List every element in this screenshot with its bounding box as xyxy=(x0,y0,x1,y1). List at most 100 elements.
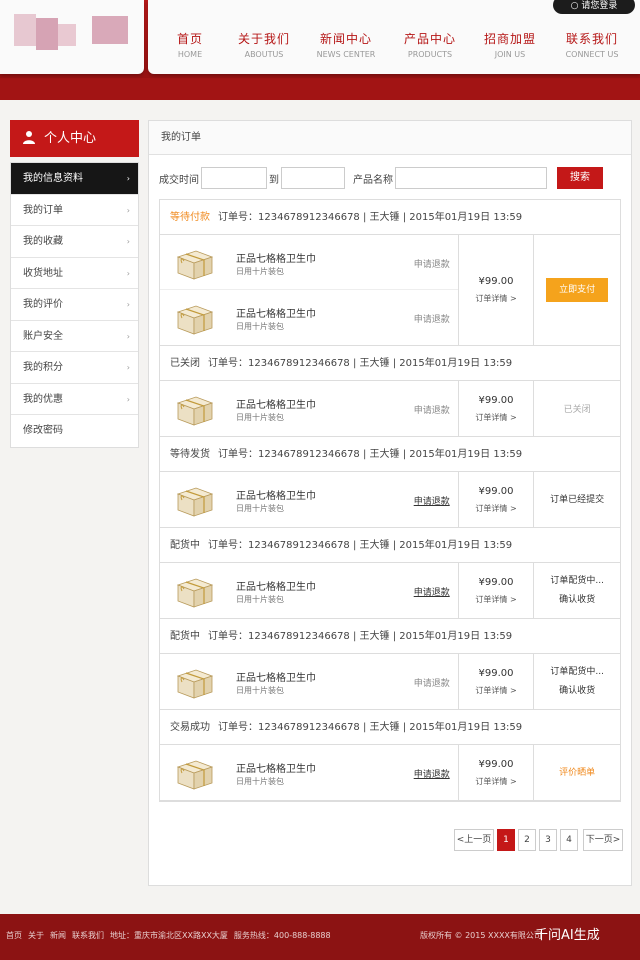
date-to-input[interactable] xyxy=(281,167,345,189)
date-from-input[interactable] xyxy=(201,167,267,189)
chevron-right-icon: › xyxy=(126,300,130,309)
search-bar: 成交时间 到 产品名称 搜索 xyxy=(149,165,633,191)
nav-label: 联系我们 xyxy=(565,32,618,46)
order-detail-link[interactable]: 订单详情 > xyxy=(475,594,516,605)
review-link[interactable]: 评价晒单 xyxy=(559,766,595,780)
refund-link[interactable]: 申请退款 xyxy=(414,676,450,689)
sidebar-item[interactable]: 我的积分 › xyxy=(11,352,138,384)
order-body: 正品七格格卫生巾 日用十片装包 申请退款 正品七格格卫生巾 日用十片装包 申请退款 ¥99.… xyxy=(160,235,620,346)
nav-item-4[interactable]: 招商加盟 JOIN US xyxy=(474,30,546,59)
footer-link[interactable]: 关于 xyxy=(28,931,44,940)
logo-mosaic xyxy=(14,14,36,46)
watermark: 千问AI生成 xyxy=(535,928,600,943)
product-spec: 日用十片装包 xyxy=(236,777,284,786)
confirm-receipt-link[interactable]: 确认收货 xyxy=(559,684,595,698)
product-box-icon[interactable] xyxy=(174,391,214,427)
order-header: 等待发货 订单号：1234678912346678 | 王大锤 | 2015年01… xyxy=(160,437,620,472)
order-state-text: 订单已经提交 xyxy=(550,494,605,505)
product-box-icon[interactable] xyxy=(174,482,214,518)
order-detail-link[interactable]: 订单详情 > xyxy=(475,293,516,304)
confirm-receipt-link[interactable]: 确认收货 xyxy=(559,593,595,607)
order-detail-link[interactable]: 订单详情 > xyxy=(475,503,516,514)
refund-link[interactable]: 申请退款 xyxy=(414,767,450,780)
product-name[interactable]: 正品七格格卫生巾 xyxy=(236,760,316,775)
next-page-button[interactable]: 下一页> xyxy=(583,829,623,851)
order-header: 配货中 订单号：1234678912346678 | 王大锤 | 2015年01月… xyxy=(160,528,620,563)
sidebar-item[interactable]: 我的优惠 › xyxy=(11,384,138,415)
sidebar-item-label: 账户安全 xyxy=(23,330,63,342)
sidebar-item[interactable]: 我的收藏 › xyxy=(11,226,138,258)
product-name[interactable]: 正品七格格卫生巾 xyxy=(236,487,316,502)
login-link[interactable]: ○ 请您登录 xyxy=(553,0,635,14)
order-item-row: 正品七格格卫生巾日用十片装包 申请退款 xyxy=(160,381,458,436)
order-list: 等待付款 订单号：1234678912346678 | 王大锤 | 2015年01… xyxy=(159,199,621,802)
product-spec: 日用十片装包 xyxy=(236,413,284,422)
search-button[interactable]: 搜索 xyxy=(557,167,603,189)
sidebar-item-label: 我的收藏 xyxy=(23,236,63,247)
nav-item-3[interactable]: 产品中心 PRODUCTS xyxy=(394,30,466,59)
logo[interactable] xyxy=(0,0,144,74)
page-button[interactable]: 4 xyxy=(560,829,578,851)
pay-now-button[interactable]: 立即支付 xyxy=(546,278,609,302)
refund-link[interactable]: 申请退款 xyxy=(414,257,450,270)
product-box-icon[interactable] xyxy=(174,664,214,700)
product-name[interactable]: 正品七格格卫生巾 xyxy=(236,396,316,411)
order-price: ¥99.00 xyxy=(478,276,514,287)
product-box-icon[interactable] xyxy=(174,573,214,609)
nav-label: 新闻中心 xyxy=(319,32,372,46)
product-name[interactable]: 正品七格格卫生巾 xyxy=(236,669,316,684)
prev-page-button[interactable]: <上一页 xyxy=(454,829,494,851)
order-price: ¥99.00 xyxy=(478,485,514,497)
page-button[interactable]: 2 xyxy=(518,829,536,851)
order-state-text: 订单配货中... xyxy=(550,667,604,677)
order-header: 交易成功 订单号：1234678912346678 | 王大锤 | 2015年01… xyxy=(160,710,620,745)
product-name[interactable]: 正品七格格卫生巾 xyxy=(236,250,316,265)
refund-link[interactable]: 申请退款 xyxy=(414,312,450,325)
footer-link[interactable]: 新闻 xyxy=(50,931,66,940)
order-items: 正品七格格卫生巾日用十片装包 申请退款 xyxy=(160,563,459,618)
order-header: 已关闭 订单号：1234678912346678 | 王大锤 | 2015年01月… xyxy=(160,346,620,381)
order-item-row: 正品七格格卫生巾日用十片装包 申请退款 xyxy=(160,745,458,800)
refund-link[interactable]: 申请退款 xyxy=(414,403,450,416)
nav-item-1[interactable]: 关于我们 ABOUTUS xyxy=(228,30,300,59)
order-detail-link[interactable]: 订单详情 > xyxy=(475,412,516,423)
nav-sublabel: HOME xyxy=(177,50,203,59)
order-info: 订单号：1234678912346678 | 王大锤 | 2015年01月19日… xyxy=(218,212,523,223)
sidebar-item[interactable]: 我的信息资料 › xyxy=(11,163,138,195)
chevron-right-icon: › xyxy=(126,363,130,372)
page-button[interactable]: 1 xyxy=(497,829,515,851)
order-price: ¥99.00 xyxy=(478,394,514,406)
order-action-cell: 订单配货中... 确认收货 xyxy=(534,654,620,709)
order-status: 配货中 xyxy=(170,631,200,642)
user-icon xyxy=(23,131,35,144)
product-box-icon[interactable] xyxy=(174,755,214,791)
to-label: 到 xyxy=(269,175,279,186)
nav-label: 首页 xyxy=(176,32,203,46)
product-input[interactable] xyxy=(395,167,547,189)
product-name[interactable]: 正品七格格卫生巾 xyxy=(236,305,316,320)
refund-link[interactable]: 申请退款 xyxy=(414,585,450,598)
product-spec: 日用十片装包 xyxy=(236,595,284,604)
order-detail-link[interactable]: 订单详情 > xyxy=(475,685,516,696)
sidebar-item[interactable]: 收货地址 › xyxy=(11,258,138,289)
product-box-icon[interactable] xyxy=(174,300,214,336)
footer-link[interactable]: 首页 xyxy=(6,931,22,940)
order-info: 订单号：1234678912346678 | 王大锤 | 2015年01月19日… xyxy=(208,631,513,642)
product-name[interactable]: 正品七格格卫生巾 xyxy=(236,578,316,593)
order-price-cell: ¥99.00 订单详情 > xyxy=(459,472,535,527)
nav-label: 关于我们 xyxy=(237,32,290,46)
sidebar-item[interactable]: 我的评价 › xyxy=(11,289,138,321)
nav-item-2[interactable]: 新闻中心 NEWS CENTER xyxy=(310,30,382,59)
order-detail-link[interactable]: 订单详情 > xyxy=(475,776,516,787)
nav-item-5[interactable]: 联系我们 CONNECT US xyxy=(556,30,628,59)
order-price: ¥99.00 xyxy=(478,667,514,679)
product-box-icon[interactable] xyxy=(174,245,214,281)
footer-link[interactable]: 联系我们 xyxy=(72,931,104,940)
nav-item-0[interactable]: 首页 HOME xyxy=(154,30,226,59)
logo-mosaic xyxy=(36,18,58,50)
sidebar-item[interactable]: 账户安全 › xyxy=(11,321,138,352)
refund-link[interactable]: 申请退款 xyxy=(414,494,450,507)
sidebar-item[interactable]: 修改密码 xyxy=(11,415,138,447)
sidebar-item[interactable]: 我的订单 › xyxy=(11,195,138,226)
page-button[interactable]: 3 xyxy=(539,829,557,851)
